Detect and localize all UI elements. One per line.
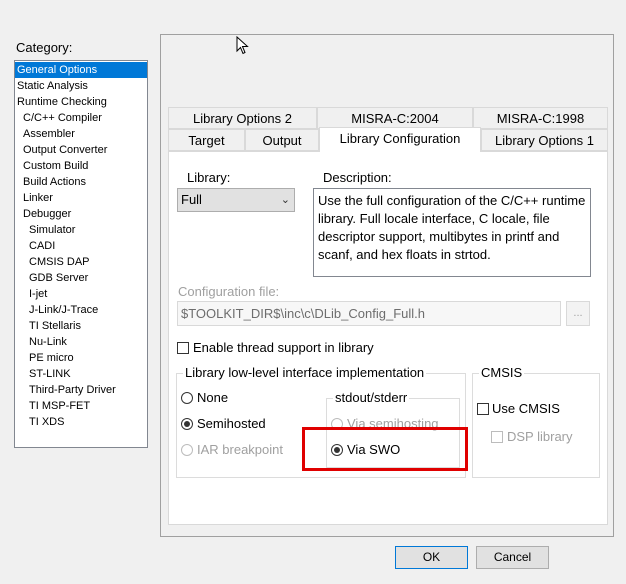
use-cmsis-checkbox[interactable] bbox=[477, 403, 489, 415]
radio-none-label: None bbox=[197, 390, 229, 405]
category-item-i-jet[interactable]: I-jet bbox=[15, 286, 147, 302]
cancel-button[interactable]: Cancel bbox=[476, 546, 549, 569]
config-file-browse-button[interactable]: ... bbox=[566, 301, 590, 326]
category-item-simulator[interactable]: Simulator bbox=[15, 222, 147, 238]
thread-support-checkbox[interactable] bbox=[177, 342, 189, 354]
category-item-ti-msp-fet[interactable]: TI MSP-FET bbox=[15, 398, 147, 414]
category-item-cmsis-dap[interactable]: CMSIS DAP bbox=[15, 254, 147, 270]
category-item-third-party-driver[interactable]: Third-Party Driver bbox=[15, 382, 147, 398]
category-item-ti-xds[interactable]: TI XDS bbox=[15, 414, 147, 430]
cmsis-title: CMSIS bbox=[479, 365, 525, 380]
category-item-assembler[interactable]: Assembler bbox=[15, 126, 147, 142]
mouse-cursor-icon bbox=[236, 36, 249, 55]
low-level-interface-title: Library low-level interface implementati… bbox=[183, 365, 427, 380]
tab-target[interactable]: Target bbox=[168, 129, 245, 151]
category-item-ti-stellaris[interactable]: TI Stellaris bbox=[15, 318, 147, 334]
tab-library-options-1[interactable]: Library Options 1 bbox=[481, 129, 608, 151]
chevron-down-icon: ⌄ bbox=[280, 194, 290, 206]
library-select-value: Full bbox=[181, 192, 202, 207]
tab-output[interactable]: Output bbox=[245, 129, 319, 151]
category-item-nu-link[interactable]: Nu-Link bbox=[15, 334, 147, 350]
category-label: Category: bbox=[16, 40, 73, 55]
thread-support-label: Enable thread support in library bbox=[193, 340, 374, 355]
library-label: Library: bbox=[187, 170, 231, 185]
highlight-box bbox=[302, 427, 468, 471]
category-item-static-analysis[interactable]: Static Analysis bbox=[15, 78, 147, 94]
category-item-debugger[interactable]: Debugger bbox=[15, 206, 147, 222]
category-item-j-link[interactable]: J-Link/J-Trace bbox=[15, 302, 147, 318]
radio-iar-breakpoint-label: IAR breakpoint bbox=[197, 442, 283, 457]
category-item-runtime-checking[interactable]: Runtime Checking bbox=[15, 94, 147, 110]
category-item-custom-build[interactable]: Custom Build bbox=[15, 158, 147, 174]
radio-none[interactable] bbox=[181, 392, 193, 404]
category-item-gdb-server[interactable]: GDB Server bbox=[15, 270, 147, 286]
category-item-cadi[interactable]: CADI bbox=[15, 238, 147, 254]
category-item-build-actions[interactable]: Build Actions bbox=[15, 174, 147, 190]
tab-misra-c-2004[interactable]: MISRA-C:2004 bbox=[317, 107, 473, 129]
library-select[interactable]: Full ⌄ bbox=[177, 188, 295, 212]
dsp-library-label: DSP library bbox=[507, 429, 573, 444]
use-cmsis-label: Use CMSIS bbox=[492, 401, 560, 416]
category-item-pe-micro[interactable]: PE micro bbox=[15, 350, 147, 366]
radio-iar-breakpoint[interactable] bbox=[181, 444, 193, 456]
category-item-c-compiler[interactable]: C/C++ Compiler bbox=[15, 110, 147, 126]
description-label: Description: bbox=[323, 170, 392, 185]
category-item-st-link[interactable]: ST-LINK bbox=[15, 366, 147, 382]
config-file-label: Configuration file: bbox=[178, 284, 280, 299]
stdout-stderr-title: stdout/stderr bbox=[333, 390, 410, 405]
category-item-general-options[interactable]: General Options bbox=[15, 62, 147, 78]
category-list[interactable]: General Options Static Analysis Runtime … bbox=[14, 60, 148, 448]
cmsis-group bbox=[472, 373, 600, 478]
dsp-library-checkbox[interactable] bbox=[491, 431, 503, 443]
category-item-linker[interactable]: Linker bbox=[15, 190, 147, 206]
tab-misra-c-1998[interactable]: MISRA-C:1998 bbox=[473, 107, 608, 129]
tab-library-options-2[interactable]: Library Options 2 bbox=[168, 107, 317, 129]
radio-semihosted[interactable] bbox=[181, 418, 193, 430]
category-item-output-converter[interactable]: Output Converter bbox=[15, 142, 147, 158]
radio-semihosted-label: Semihosted bbox=[197, 416, 266, 431]
tab-library-configuration[interactable]: Library Configuration bbox=[319, 127, 481, 152]
config-file-input[interactable]: $TOOLKIT_DIR$\inc\c\DLib_Config_Full.h bbox=[177, 301, 561, 326]
description-text: Use the full configuration of the C/C++ … bbox=[313, 188, 591, 277]
ok-button[interactable]: OK bbox=[395, 546, 468, 569]
